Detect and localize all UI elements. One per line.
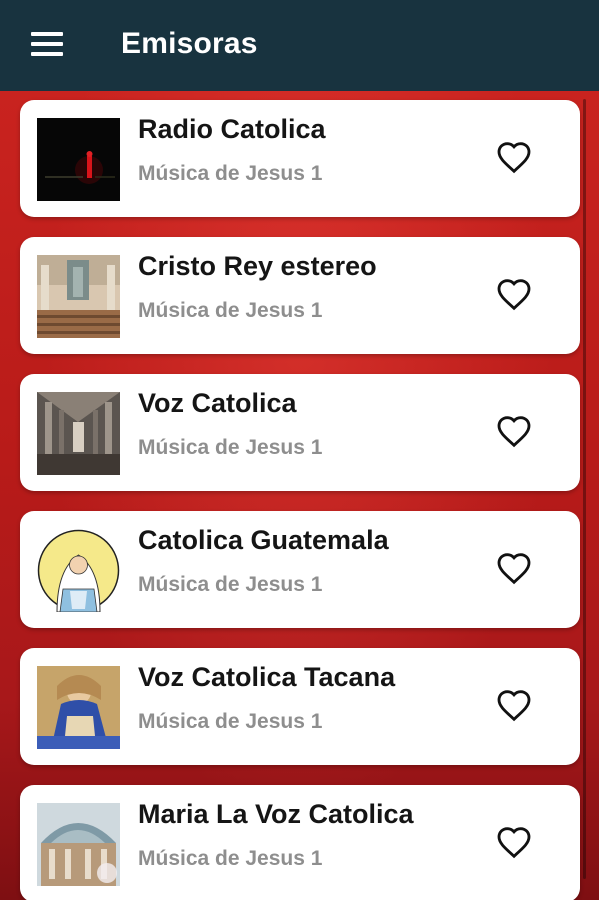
station-list[interactable]: Radio Catolica Música de Jesus 1 Cristo … — [0, 91, 599, 900]
favorite-heart-icon[interactable] — [496, 551, 532, 585]
station-subtitle: Música de Jesus 1 — [138, 162, 323, 185]
station-card[interactable]: Maria La Voz Catolica Música de Jesus 1 — [20, 785, 580, 900]
favorite-heart-icon[interactable] — [496, 140, 532, 174]
app-bar: Emisoras — [0, 0, 599, 91]
station-name: Catolica Guatemala — [138, 525, 389, 555]
scrollbar[interactable] — [583, 99, 586, 879]
station-thumbnail — [37, 529, 120, 612]
station-name: Radio Catolica — [138, 114, 326, 144]
station-card[interactable]: Voz Catolica Música de Jesus 1 — [20, 374, 580, 491]
station-subtitle: Música de Jesus 1 — [138, 710, 323, 733]
station-thumbnail — [37, 118, 120, 201]
station-thumbnail — [37, 803, 120, 886]
station-name: Voz Catolica — [138, 388, 297, 418]
station-card[interactable]: Catolica Guatemala Música de Jesus 1 — [20, 511, 580, 628]
station-card[interactable]: Voz Catolica Tacana Música de Jesus 1 — [20, 648, 580, 765]
station-thumbnail — [37, 255, 120, 338]
station-subtitle: Música de Jesus 1 — [138, 573, 323, 596]
page-title: Emisoras — [121, 27, 258, 60]
station-card[interactable]: Radio Catolica Música de Jesus 1 — [20, 100, 580, 217]
favorite-heart-icon[interactable] — [496, 414, 532, 448]
favorite-heart-icon[interactable] — [496, 825, 532, 859]
station-name: Maria La Voz Catolica — [138, 799, 414, 829]
station-name: Voz Catolica Tacana — [138, 662, 396, 692]
station-name: Cristo Rey estereo — [138, 251, 377, 281]
station-card[interactable]: Cristo Rey estereo Música de Jesus 1 — [20, 237, 580, 354]
station-subtitle: Música de Jesus 1 — [138, 299, 323, 322]
favorite-heart-icon[interactable] — [496, 688, 532, 722]
favorite-heart-icon[interactable] — [496, 277, 532, 311]
hamburger-menu-icon[interactable] — [31, 32, 63, 56]
station-thumbnail — [37, 666, 120, 749]
station-subtitle: Música de Jesus 1 — [138, 436, 323, 459]
station-thumbnail — [37, 392, 120, 475]
station-subtitle: Música de Jesus 1 — [138, 847, 323, 870]
